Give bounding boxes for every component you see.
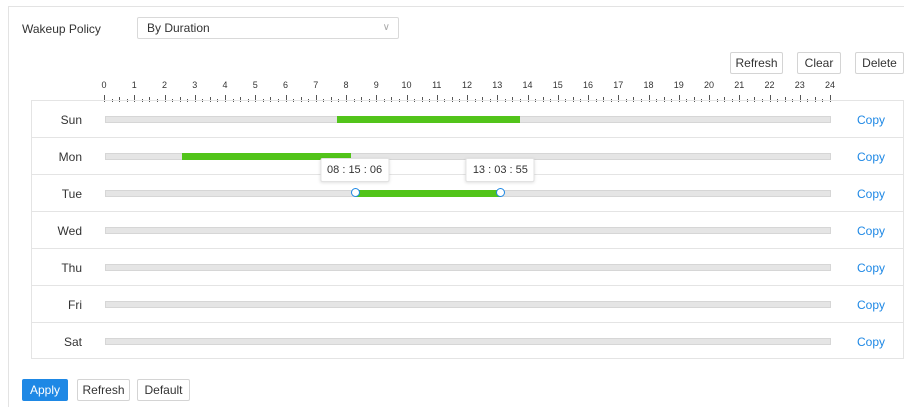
footer-refresh-button[interactable]: Refresh bbox=[77, 379, 130, 401]
apply-button[interactable]: Apply bbox=[22, 379, 68, 401]
day-label: Wed bbox=[57, 224, 82, 238]
hour-tick-label: 4 bbox=[222, 80, 228, 90]
hour-tick-label: 6 bbox=[282, 80, 289, 90]
copy-link[interactable]: Copy bbox=[857, 224, 885, 238]
day-label: Sat bbox=[63, 335, 82, 349]
hour-tick-label: 24 bbox=[824, 80, 836, 90]
hour-tick-label: 22 bbox=[764, 80, 775, 90]
day-label: Thu bbox=[61, 261, 82, 275]
day-label: Tue bbox=[61, 187, 82, 201]
time-track[interactable] bbox=[105, 264, 831, 271]
hour-tick-label: 5 bbox=[252, 80, 258, 90]
time-track[interactable] bbox=[105, 116, 831, 123]
clear-button[interactable]: Clear bbox=[797, 52, 841, 74]
hour-tick-label: 16 bbox=[582, 80, 594, 90]
day-row-sat: Sat Copy bbox=[31, 322, 904, 359]
hour-tick-label: 14 bbox=[522, 80, 533, 90]
hour-tick-label: 12 bbox=[461, 80, 473, 90]
hour-tick-label: 19 bbox=[673, 80, 684, 90]
wakeup-policy-value: By Duration bbox=[147, 21, 210, 35]
copy-link[interactable]: Copy bbox=[857, 298, 885, 312]
end-time-part[interactable]: 13 bbox=[473, 164, 485, 176]
start-time-part[interactable]: 06 bbox=[370, 164, 382, 176]
hour-tick-label: 15 bbox=[552, 80, 563, 90]
day-row-tue: Tue Copy 08 : 15 : 06 13 : 03 : 55 bbox=[31, 158, 904, 211]
active-time-segment[interactable] bbox=[355, 190, 502, 197]
end-time-tooltip[interactable]: 13 : 03 : 55 bbox=[465, 158, 535, 182]
hour-tick-label: 10 bbox=[401, 80, 412, 90]
start-time-part[interactable]: 15 bbox=[348, 164, 360, 176]
hour-tick-label: 20 bbox=[703, 80, 715, 90]
hour-tick-label: 13 bbox=[492, 80, 503, 90]
start-time-tooltip[interactable]: 08 : 15 : 06 bbox=[320, 158, 390, 182]
hour-tick-label: 18 bbox=[643, 80, 654, 90]
default-button[interactable]: Default bbox=[137, 379, 190, 401]
refresh-button[interactable]: Refresh bbox=[730, 52, 783, 74]
wakeup-policy-select[interactable]: By Duration ∨ bbox=[137, 17, 399, 39]
segment-end-handle[interactable] bbox=[496, 188, 506, 197]
day-row-fri: Fri Copy bbox=[31, 285, 904, 322]
hour-tick-label: 9 bbox=[373, 80, 379, 90]
start-time-part[interactable]: 08 bbox=[327, 164, 339, 176]
copy-link[interactable]: Copy bbox=[857, 335, 885, 349]
end-time-part[interactable]: 55 bbox=[516, 164, 528, 176]
end-time-part[interactable]: 03 bbox=[494, 164, 506, 176]
hour-tick-label: 3 bbox=[192, 80, 198, 90]
copy-link[interactable]: Copy bbox=[857, 261, 885, 275]
hour-tick-label: 0 bbox=[101, 80, 107, 90]
time-track[interactable] bbox=[105, 301, 831, 308]
time-separator: : bbox=[360, 164, 370, 176]
panel-border-top bbox=[8, 6, 904, 7]
hour-tick-label: 17 bbox=[613, 80, 624, 90]
copy-link[interactable]: Copy bbox=[857, 187, 885, 201]
day-label: Fri bbox=[68, 298, 82, 312]
day-label: Sun bbox=[60, 113, 82, 127]
delete-button[interactable]: Delete bbox=[855, 52, 904, 74]
hour-tick-label: 23 bbox=[794, 80, 805, 90]
time-track[interactable] bbox=[105, 227, 831, 234]
chevron-down-icon: ∨ bbox=[382, 22, 390, 33]
day-row-sun: Sun Copy bbox=[31, 100, 904, 137]
panel-border-left bbox=[8, 6, 9, 407]
time-separator: : bbox=[506, 164, 516, 176]
active-time-segment[interactable] bbox=[337, 116, 521, 123]
hour-tick-label: 1 bbox=[131, 80, 137, 90]
day-label: Mon bbox=[58, 150, 82, 164]
segment-start-handle[interactable] bbox=[350, 188, 360, 197]
time-track[interactable] bbox=[105, 338, 831, 345]
hour-tick-label: 2 bbox=[161, 80, 168, 90]
hour-tick-label: 7 bbox=[313, 80, 319, 90]
day-row-thu: Thu Copy bbox=[31, 248, 904, 285]
wakeup-policy-label: Wakeup Policy bbox=[22, 22, 101, 36]
hour-tick-label: 11 bbox=[432, 80, 442, 90]
hour-tick-label: 21 bbox=[734, 80, 745, 90]
copy-link[interactable]: Copy bbox=[857, 150, 885, 164]
time-track[interactable] bbox=[105, 188, 831, 197]
hour-tick-label: 8 bbox=[343, 80, 349, 90]
copy-link[interactable]: Copy bbox=[857, 113, 885, 127]
day-row-wed: Wed Copy bbox=[31, 211, 904, 248]
